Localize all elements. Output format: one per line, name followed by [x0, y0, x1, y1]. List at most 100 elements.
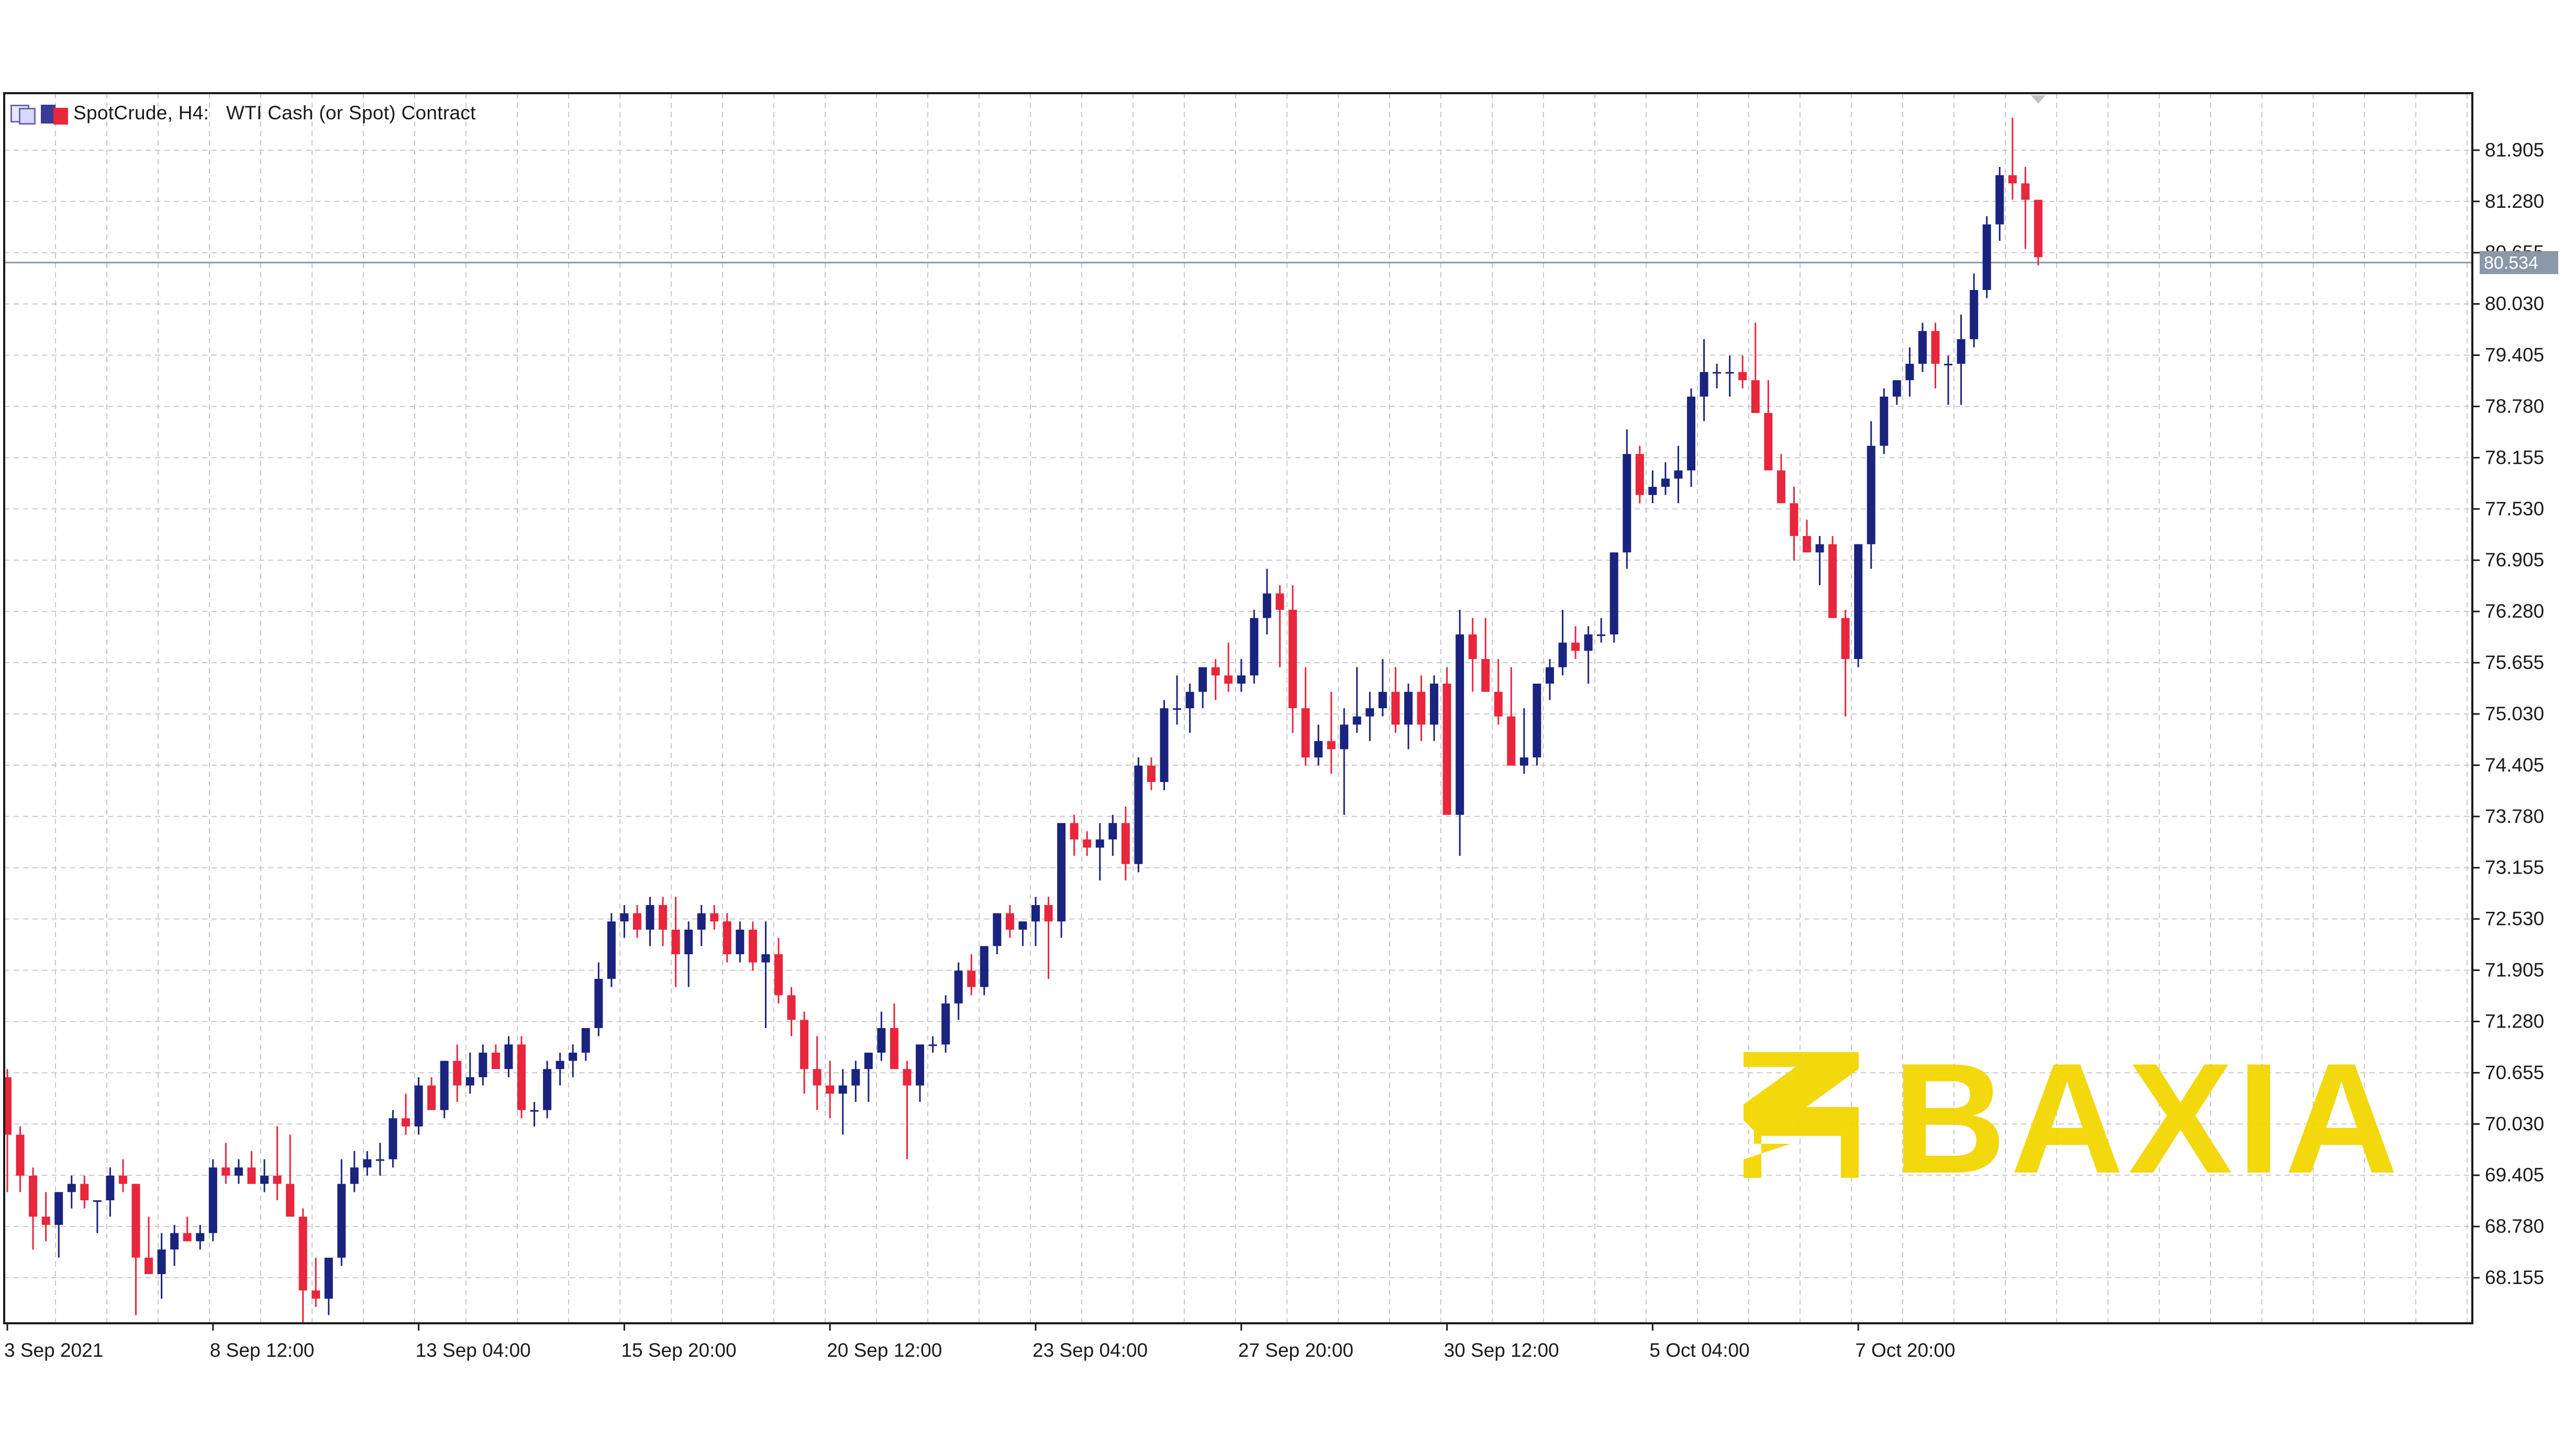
bull-candle: [864, 1053, 873, 1069]
bull-candle: [1982, 224, 1991, 290]
time-axis[interactable]: 3 Sep 2021 8 Sep 12:00 13 Sep 04:00 15 Sep …: [4, 1323, 1955, 1361]
price-chart[interactable]: BAXIA 81.90581.28080.65580.03079.40578.7…: [0, 0, 2576, 1451]
bull-candle: [1456, 634, 1464, 815]
bull-candle: [363, 1159, 372, 1168]
y-tick-label: 72.530: [2485, 908, 2544, 930]
bear-candle: [1121, 823, 1130, 864]
bull-candle: [260, 1176, 269, 1184]
last-bar-marker: [2030, 95, 2046, 104]
bull-candle: [530, 1110, 539, 1112]
y-tick-label: 71.905: [2485, 959, 2544, 981]
bear-candle: [748, 930, 757, 963]
bull-candle: [1725, 372, 1734, 374]
bull-candle: [569, 1053, 578, 1061]
y-tick-label: 81.905: [2485, 139, 2544, 161]
bull-candle: [1250, 618, 1259, 676]
bull-candle: [1173, 708, 1182, 710]
y-tick-label: 73.780: [2485, 806, 2544, 827]
bull-candle: [1018, 921, 1027, 930]
bear-candle: [813, 1069, 821, 1086]
chart-title-bar: SpotCrude, H4: WTI Cash (or Spot) Contra…: [10, 98, 487, 128]
bear-candle: [1301, 708, 1310, 757]
bear-candle: [1790, 503, 1798, 536]
bear-candle: [273, 1176, 282, 1184]
bull-candle: [465, 1077, 474, 1086]
x-tick-label: 20 Sep 12:00: [827, 1340, 942, 1361]
bull-candle: [1340, 724, 1349, 750]
bull-candle: [1687, 396, 1696, 471]
bear-candle: [1391, 691, 1400, 725]
y-tick-label: 71.280: [2485, 1010, 2544, 1032]
indicators-list-icon[interactable]: [41, 103, 68, 125]
bear-candle: [1442, 684, 1451, 815]
bull-candle: [980, 946, 989, 987]
bull-candle: [993, 913, 1002, 946]
bull-candle: [1533, 684, 1541, 757]
bull-candle: [1854, 544, 1863, 659]
bull-candle: [388, 1118, 397, 1159]
y-tick-label: 76.905: [2485, 549, 2544, 571]
current-price-tag: 80.534: [2480, 251, 2558, 274]
y-tick-label: 74.405: [2485, 754, 2544, 776]
bull-candle: [1648, 487, 1657, 495]
bear-candle: [2008, 175, 2017, 184]
candlestick-series: [3, 118, 2042, 1323]
bear-candle: [1751, 380, 1760, 413]
bear-candle: [80, 1184, 89, 1200]
bull-candle: [1519, 757, 1528, 766]
bear-candle: [145, 1257, 153, 1274]
x-tick-label: 23 Sep 04:00: [1032, 1340, 1148, 1361]
bull-candle: [1558, 642, 1567, 667]
bull-candle: [543, 1069, 552, 1110]
watermark-text: BAXIA: [1893, 1030, 2402, 1206]
bull-candle: [1134, 765, 1143, 864]
bear-candle: [967, 970, 976, 987]
y-tick-label: 78.155: [2485, 447, 2544, 468]
bear-candle: [491, 1053, 500, 1069]
bull-candle: [375, 1159, 384, 1161]
bull-candle: [1314, 741, 1323, 757]
x-tick-label: 3 Sep 2021: [4, 1340, 103, 1361]
bear-candle: [1468, 634, 1477, 659]
baxia-logo-icon: [1744, 1052, 1859, 1178]
bull-candle: [1995, 175, 2004, 225]
bull-candle: [928, 1044, 937, 1046]
bear-candle: [632, 913, 641, 930]
bull-candle: [1918, 331, 1927, 364]
bull-candle: [1892, 380, 1901, 397]
x-tick-label: 5 Oct 04:00: [1649, 1340, 1749, 1361]
bear-candle: [286, 1184, 295, 1217]
bull-candle: [440, 1061, 449, 1110]
bear-candle: [659, 905, 668, 930]
bull-candle: [1378, 691, 1387, 708]
bull-candle: [594, 979, 603, 1028]
bull-candle: [196, 1233, 205, 1242]
bear-candle: [517, 1044, 526, 1110]
bull-candle: [504, 1044, 513, 1069]
bear-candle: [1803, 536, 1811, 553]
bull-candle: [1108, 823, 1117, 840]
bull-candle: [684, 930, 693, 954]
bear-candle: [1931, 331, 1940, 364]
symbol-description: WTI Cash (or Spot) Contract: [226, 102, 476, 124]
symbol-timeframe: SpotCrude, H4:: [73, 102, 209, 124]
bull-candle: [1237, 675, 1246, 684]
chart-window-icon[interactable]: [10, 103, 36, 125]
bear-candle: [710, 913, 719, 922]
price-axis[interactable]: 81.90581.28080.65580.03079.40578.78078.1…: [2472, 139, 2544, 1288]
bear-candle: [1481, 659, 1490, 692]
bear-candle: [298, 1216, 307, 1291]
bull-candle: [1970, 290, 1979, 339]
bull-candle: [607, 921, 616, 979]
bear-candle: [1224, 675, 1233, 684]
y-tick-label: 75.655: [2485, 652, 2544, 673]
bear-candle: [1147, 765, 1156, 782]
bear-candle: [1764, 413, 1773, 471]
svg-text:80.534: 80.534: [2484, 253, 2538, 273]
bull-candle: [620, 913, 629, 922]
baxia-watermark: BAXIA: [1744, 1030, 2402, 1206]
bear-candle: [1507, 716, 1516, 766]
bull-candle: [337, 1184, 346, 1258]
bear-candle: [29, 1176, 38, 1217]
bull-candle: [234, 1167, 243, 1176]
